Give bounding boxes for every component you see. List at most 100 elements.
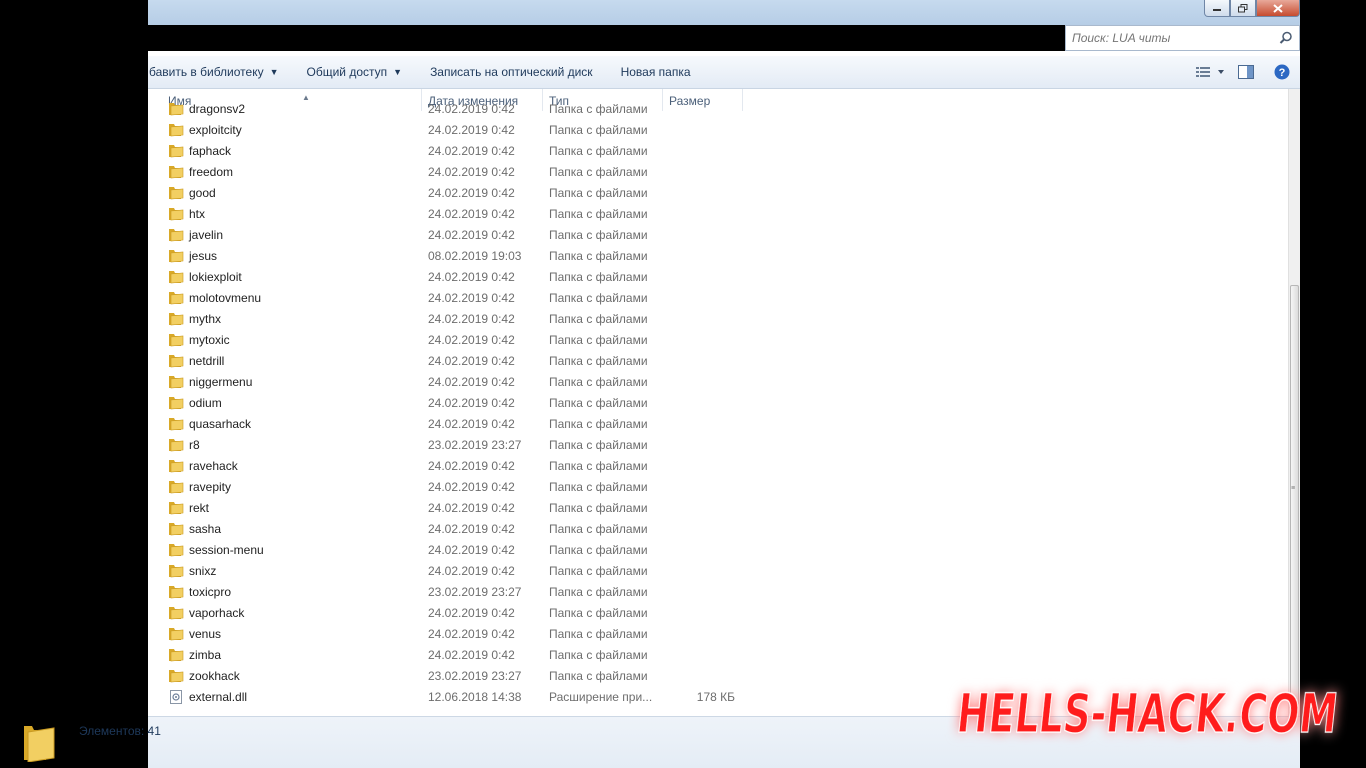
file-type: Папка с файлами xyxy=(549,480,648,494)
file-row[interactable]: r8 23.02.2019 23:27 Папка с файлами xyxy=(148,435,1288,456)
help-icon: ? xyxy=(1274,64,1290,80)
file-type: Папка с файлами xyxy=(549,669,648,683)
file-type: Папка с файлами xyxy=(549,459,648,473)
help-button[interactable]: ? xyxy=(1264,56,1300,88)
file-date: 23.02.2019 23:27 xyxy=(428,585,522,599)
file-date: 24.02.2019 0:42 xyxy=(428,228,515,242)
file-row[interactable]: mythx 24.02.2019 0:42 Папка с файлами xyxy=(148,309,1288,330)
maximize-button[interactable] xyxy=(1230,0,1256,17)
file-row[interactable]: faphack 24.02.2019 0:42 Папка с файлами xyxy=(148,141,1288,162)
file-row[interactable]: snixz 24.02.2019 0:42 Папка с файлами xyxy=(148,561,1288,582)
file-name: good xyxy=(189,186,216,200)
add-to-library-button[interactable]: бавить в библиотеку ▼ xyxy=(148,56,293,88)
folder-icon xyxy=(168,312,184,326)
file-row[interactable]: javelin 24.02.2019 0:42 Папка с файлами xyxy=(148,225,1288,246)
file-date: 24.02.2019 0:42 xyxy=(428,165,515,179)
add-to-library-label: бавить в библиотеку xyxy=(149,65,264,79)
file-date: 12.06.2018 14:38 xyxy=(428,690,522,704)
file-date: 24.02.2019 0:42 xyxy=(428,291,515,305)
file-type: Папка с файлами xyxy=(549,606,648,620)
address-bar[interactable] xyxy=(148,25,1065,51)
file-name: exploitcity xyxy=(189,123,242,137)
file-row[interactable]: vaporhack 24.02.2019 0:42 Папка с файлами xyxy=(148,603,1288,624)
file-name: rekt xyxy=(189,501,210,515)
file-row[interactable]: rekt 24.02.2019 0:42 Папка с файлами xyxy=(148,498,1288,519)
file-row[interactable]: odium 24.02.2019 0:42 Папка с файлами xyxy=(148,393,1288,414)
file-type: Папка с файлами xyxy=(549,585,648,599)
file-row[interactable]: htx 24.02.2019 0:42 Папка с файлами xyxy=(148,204,1288,225)
file-type: Папка с файлами xyxy=(549,291,648,305)
folder-icon xyxy=(168,333,184,347)
file-name: snixz xyxy=(189,564,217,578)
dll-file-icon xyxy=(168,690,184,704)
preview-pane-icon xyxy=(1238,65,1254,79)
share-button[interactable]: Общий доступ ▼ xyxy=(293,56,417,88)
share-label: Общий доступ xyxy=(306,65,388,79)
file-type: Папка с файлами xyxy=(549,333,648,347)
folder-icon xyxy=(168,270,184,284)
minimize-button[interactable] xyxy=(1204,0,1230,17)
file-date: 24.02.2019 0:42 xyxy=(428,480,515,494)
dropdown-arrow-icon: ▼ xyxy=(393,67,403,77)
file-name: niggermenu xyxy=(189,375,253,389)
close-icon xyxy=(1273,3,1283,13)
file-row[interactable]: venus 24.02.2019 0:42 Папка с файлами xyxy=(148,624,1288,645)
file-row[interactable]: dragonsv2 24.02.2019 0:42 Папка с файлами xyxy=(148,99,1288,120)
file-type: Папка с файлами xyxy=(549,165,648,179)
file-type: Папка с файлами xyxy=(549,207,648,221)
file-row[interactable]: sasha 24.02.2019 0:42 Папка с файлами xyxy=(148,519,1288,540)
search-input[interactable] xyxy=(1070,26,1274,50)
scrollbar-thumb[interactable] xyxy=(1290,285,1299,705)
new-folder-button[interactable]: Новая папка xyxy=(607,56,705,88)
burn-disc-button[interactable]: Записать на оптический диск xyxy=(416,56,607,88)
file-name: external.dll xyxy=(189,690,248,704)
search-icon[interactable] xyxy=(1279,31,1293,45)
file-row[interactable]: netdrill 24.02.2019 0:42 Папка с файлами xyxy=(148,351,1288,372)
folder-icon xyxy=(168,186,184,200)
preview-pane-button[interactable] xyxy=(1228,56,1264,88)
close-button[interactable] xyxy=(1256,0,1300,17)
file-row[interactable]: ravehack 24.02.2019 0:42 Папка с файлами xyxy=(148,456,1288,477)
file-row[interactable]: good 24.02.2019 0:42 Папка с файлами xyxy=(148,183,1288,204)
file-date: 24.02.2019 0:42 xyxy=(428,606,515,620)
file-type: Папка с файлами xyxy=(549,270,648,284)
file-row[interactable]: freedom 24.02.2019 0:42 Папка с файлами xyxy=(148,162,1288,183)
folder-icon xyxy=(168,102,184,116)
file-row[interactable]: ravepity 24.02.2019 0:42 Папка с файлами xyxy=(148,477,1288,498)
file-row[interactable]: toxicpro 23.02.2019 23:27 Папка с файлами xyxy=(148,582,1288,603)
status-items-count: Элементов: 41 xyxy=(79,724,161,738)
file-row[interactable]: session-menu 24.02.2019 0:42 Папка с файла… xyxy=(148,540,1288,561)
file-row[interactable]: exploitcity 24.02.2019 0:42 Папка с файлам… xyxy=(148,120,1288,141)
scrollbar-grip-icon: ≡ xyxy=(1291,485,1296,492)
file-row[interactable]: jesus 08.02.2019 19:03 Папка с файлами xyxy=(148,246,1288,267)
file-row[interactable]: molotovmenu 24.02.2019 0:42 Папка с файлам… xyxy=(148,288,1288,309)
view-options-button[interactable] xyxy=(1192,56,1228,88)
file-date: 24.02.2019 0:42 xyxy=(428,396,515,410)
command-bar: бавить в библиотеку ▼ Общий доступ ▼ Зап… xyxy=(148,56,1300,89)
file-date: 24.02.2019 0:42 xyxy=(428,102,515,116)
folder-icon xyxy=(168,501,184,515)
vertical-scrollbar[interactable]: ≡ xyxy=(1288,89,1300,716)
file-list: dragonsv2 24.02.2019 0:42 Папка с файлами e… xyxy=(148,99,1288,709)
folder-icon xyxy=(168,291,184,305)
hells-hack-watermark: HELLS-HACK.COM xyxy=(953,682,1341,746)
file-date: 24.02.2019 0:42 xyxy=(428,522,515,536)
file-row[interactable]: mytoxic 24.02.2019 0:42 Папка с файлами xyxy=(148,330,1288,351)
file-row[interactable]: quasarhack 24.02.2019 0:42 Папка с файлами xyxy=(148,414,1288,435)
file-row[interactable]: niggermenu 24.02.2019 0:42 Папка с файлами xyxy=(148,372,1288,393)
file-date: 24.02.2019 0:42 xyxy=(428,270,515,284)
file-name: ravepity xyxy=(189,480,232,494)
file-date: 24.02.2019 0:42 xyxy=(428,543,515,557)
window-controls xyxy=(1204,0,1300,18)
search-box[interactable] xyxy=(1065,25,1300,51)
file-name: vaporhack xyxy=(189,606,245,620)
file-name: zookhack xyxy=(189,669,240,683)
file-name: odium xyxy=(189,396,222,410)
file-date: 24.02.2019 0:42 xyxy=(428,417,515,431)
folder-icon xyxy=(168,480,184,494)
file-row[interactable]: lokiexploit 24.02.2019 0:42 Папка с файлам… xyxy=(148,267,1288,288)
file-name: javelin xyxy=(189,228,224,242)
folder-icon xyxy=(168,648,184,662)
file-name: sasha xyxy=(189,522,222,536)
file-name: faphack xyxy=(189,144,232,158)
